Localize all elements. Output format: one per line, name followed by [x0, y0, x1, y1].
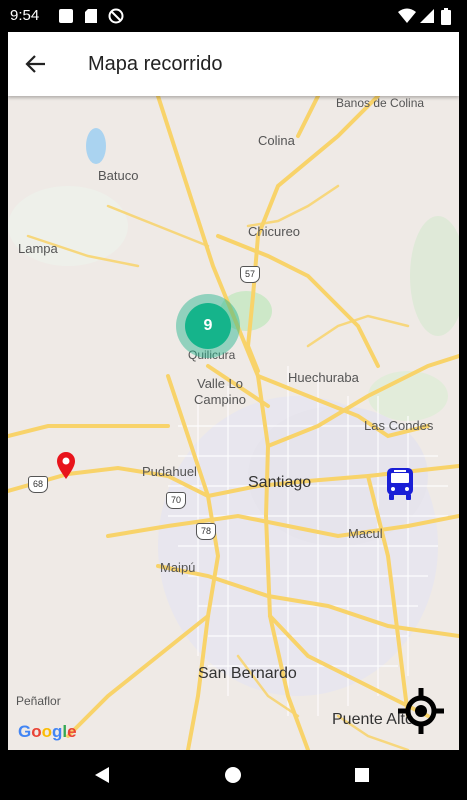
place-las-condes: Las Condes [364, 418, 434, 433]
square-recents-icon[interactable] [354, 767, 370, 783]
arrow-left-icon [25, 55, 45, 73]
status-bar: 9:54 [0, 0, 467, 32]
route-shield-78: 78 [196, 523, 216, 540]
place-banos-de-colina: Banos de Colina [336, 96, 425, 110]
back-button[interactable] [22, 50, 50, 78]
wifi-icon [398, 8, 416, 23]
route-shield-57: 57 [240, 266, 260, 283]
place-lampa: Lampa [18, 241, 58, 256]
square-notification-icon [59, 9, 73, 23]
app-bar: Mapa recorrido [8, 32, 459, 96]
place-pudahuel: Pudahuel [142, 464, 197, 479]
system-nav-bar [0, 750, 467, 800]
triangle-back-icon[interactable] [93, 766, 111, 784]
do-not-disturb-icon [108, 8, 124, 24]
place-santiago: Santiago [248, 474, 312, 491]
map-pin-icon[interactable] [56, 452, 76, 480]
bus-icon[interactable] [384, 466, 416, 502]
signal-icon [420, 9, 434, 23]
circle-home-icon[interactable] [224, 766, 242, 784]
place-penaflor: Peñaflor [16, 694, 61, 708]
place-macul: Macul [348, 526, 383, 541]
place-colina: Colina [258, 133, 295, 148]
route-map[interactable]: Banos de Colina Colina Batuco Chicureo L… [8, 96, 459, 750]
cluster-count: 9 [185, 303, 231, 349]
place-san-bernardo: San Bernardo [198, 665, 297, 682]
place-maipu: Maipú [160, 560, 196, 575]
place-chicureo: Chicureo [248, 224, 301, 239]
route-shield-70: 70 [166, 492, 186, 509]
place-huechuraba: Huechuraba [288, 370, 359, 385]
battery-icon [441, 8, 451, 25]
place-batuco: Batuco [98, 168, 139, 183]
place-valle-lo-campino: Valle Lo Campino [194, 376, 247, 407]
crosshair-icon[interactable] [396, 686, 446, 736]
route-shield-68: 68 [28, 476, 48, 493]
sd-card-icon [85, 9, 97, 23]
google-logo: Google [18, 722, 77, 741]
status-time: 9:54 [10, 7, 40, 24]
page-title: Mapa recorrido [88, 53, 223, 75]
marker-cluster[interactable]: 9 [176, 294, 240, 358]
